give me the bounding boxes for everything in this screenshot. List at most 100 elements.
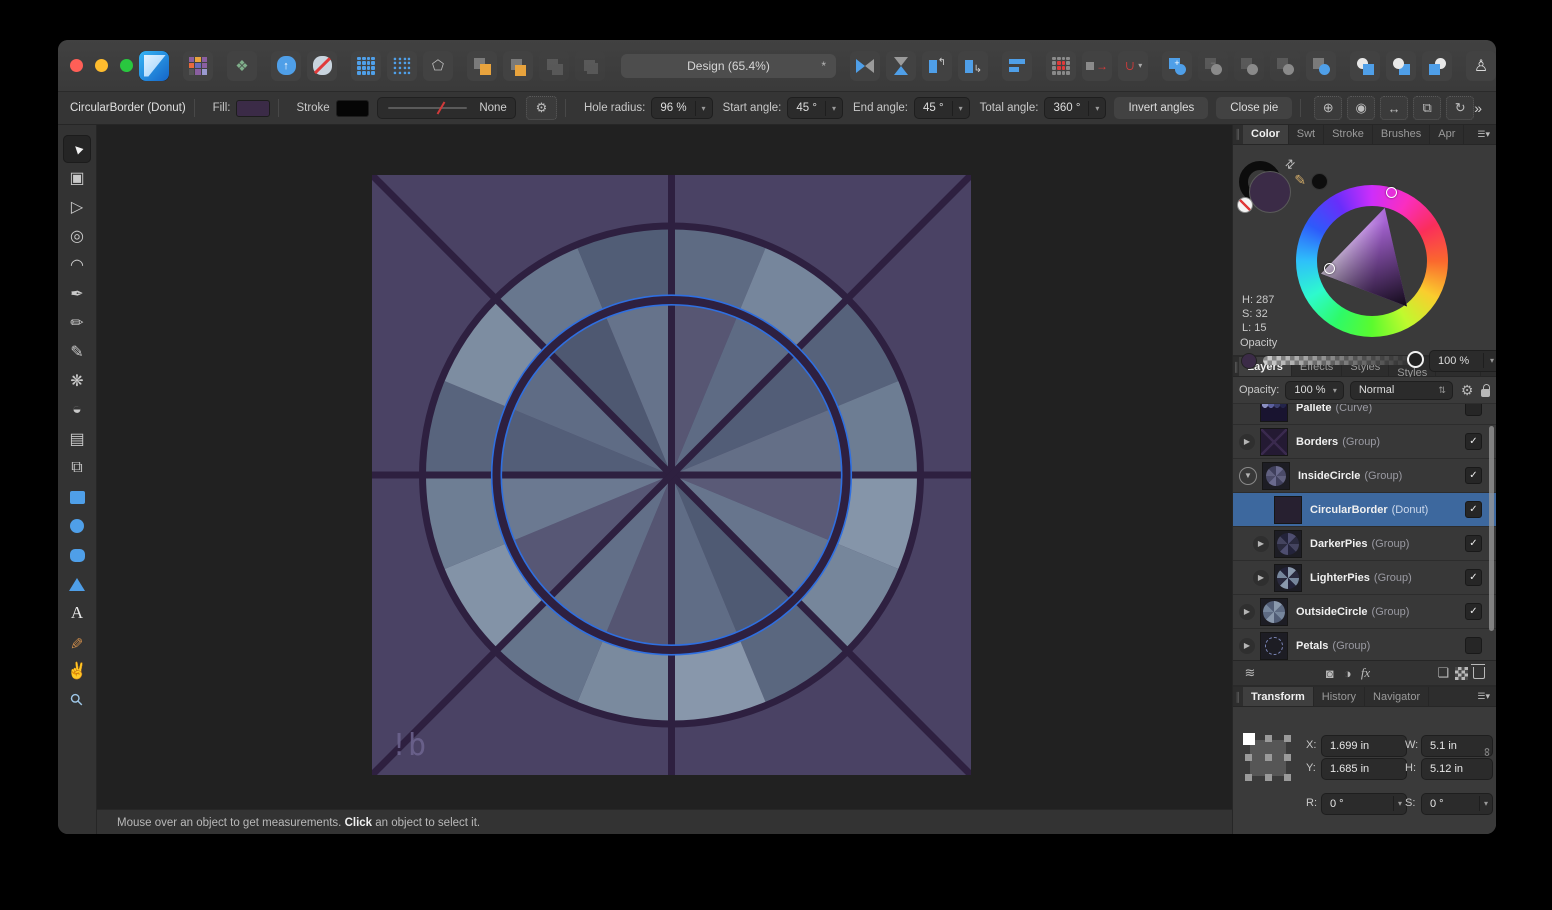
tab-apr[interactable]: Apr [1430, 125, 1464, 144]
lock-icon[interactable] [1481, 389, 1490, 397]
artboard-tool[interactable]: ▣ [63, 164, 91, 192]
layer-options-icon[interactable]: ≋ [1241, 665, 1259, 681]
canvas-viewport[interactable]: !b [97, 125, 1232, 809]
show-grid-button[interactable] [1046, 51, 1076, 81]
layer-visibility-checkbox[interactable]: ✓ [1465, 467, 1482, 484]
flip-vertical-button[interactable] [886, 51, 916, 81]
boolean-xor-button[interactable] [1270, 51, 1300, 81]
snapping-button[interactable]: ∩▾ [1118, 51, 1148, 81]
style-button[interactable]: ↑ [271, 51, 301, 81]
boolean-intersect-button[interactable] [1234, 51, 1264, 81]
close-pie-button[interactable]: Close pie [1216, 97, 1292, 119]
color-picker-icon[interactable]: ✐ [1290, 173, 1307, 185]
expand-arrow-icon[interactable]: ▶ [1253, 536, 1269, 552]
y-field[interactable]: 1.685 in [1321, 758, 1407, 780]
insert-inside-button[interactable] [1422, 51, 1452, 81]
layer-row-darkerpies[interactable]: ▶DarkerPies(Group)✓ [1233, 527, 1496, 561]
spinner-icon[interactable]: ⇅ [1432, 382, 1448, 399]
anchor-point-selector[interactable] [1245, 735, 1291, 781]
r-field[interactable]: 0 °▾ [1321, 793, 1407, 815]
start-angle-field[interactable]: 45 °▾ [787, 97, 843, 119]
chevron-down-icon[interactable]: ▾ [1479, 796, 1492, 811]
anchor-dot[interactable] [1265, 774, 1272, 781]
layer-row-insidecircle[interactable]: ▼InsideCircle(Group)✓ [1233, 459, 1496, 493]
pattern-layer-icon[interactable] [1452, 667, 1470, 680]
anchor-dot[interactable] [1284, 774, 1291, 781]
swap-fill-stroke-icon[interactable]: ⇄ [1282, 155, 1299, 172]
end-angle-field[interactable]: 45 °▾ [914, 97, 970, 119]
boolean-divide-button[interactable] [1306, 51, 1336, 81]
layer-visibility-checkbox[interactable]: ✓ [1465, 501, 1482, 518]
chevron-down-icon[interactable]: ▾ [695, 101, 708, 116]
tab-brushes[interactable]: Brushes [1373, 125, 1430, 144]
transform-objects-separately-button[interactable]: ⧉ [1413, 96, 1441, 120]
document-tab[interactable]: Design (65.4%) * [621, 54, 836, 78]
arrange-to-front-button[interactable] [467, 51, 497, 81]
anchor-dot[interactable] [1284, 735, 1291, 742]
move-tool[interactable]: ► [63, 135, 91, 163]
arrange-to-back-button[interactable] [503, 51, 533, 81]
sl-marker[interactable] [1324, 263, 1335, 274]
rectangle-tool[interactable] [63, 483, 91, 511]
chevron-down-icon[interactable]: ▾ [952, 101, 965, 116]
blend-mode-field[interactable]: Normal ⇅ [1350, 381, 1453, 400]
layer-row-petals[interactable]: ▶Petals(Group) [1233, 629, 1496, 660]
node-tool[interactable]: ▷ [63, 193, 91, 221]
expand-arrow-icon[interactable]: ▶ [1239, 434, 1255, 450]
hide-selection-while-dragging-button[interactable]: ↔ [1380, 96, 1408, 120]
ellipse-tool[interactable] [63, 512, 91, 540]
arrange-forward-button[interactable] [539, 51, 569, 81]
rotate-ccw-button[interactable]: ↰ [922, 51, 952, 81]
chevron-down-icon[interactable]: ▾ [825, 101, 838, 116]
add-layer-icon[interactable]: ❏ [1434, 665, 1452, 681]
panel-grip[interactable]: ║ [1233, 125, 1243, 144]
tab-history[interactable]: History [1314, 687, 1365, 706]
vector-brush-tool[interactable]: ✎ [63, 338, 91, 366]
anchor-dot[interactable] [1245, 754, 1252, 761]
transform-around-center-button[interactable]: ↻ [1446, 96, 1474, 120]
expand-arrow-icon[interactable]: ▶ [1239, 638, 1255, 654]
layer-visibility-checkbox[interactable]: ✓ [1465, 433, 1482, 450]
arrange-backward-button[interactable] [575, 51, 605, 81]
layers-opacity-field[interactable]: 100 % ▾ [1285, 381, 1344, 400]
fill-color-selector[interactable] [1249, 171, 1291, 213]
artboard[interactable]: !b [372, 175, 971, 775]
view-tool[interactable]: ✌ [63, 657, 91, 685]
mask-layer-icon[interactable]: ◙ [1321, 666, 1339, 681]
tab-stroke[interactable]: Stroke [1324, 125, 1373, 144]
layer-thumbnail[interactable] [1261, 429, 1287, 455]
close-window-button[interactable] [70, 59, 83, 72]
panel-grip[interactable]: ║ [1233, 687, 1243, 706]
layer-thumbnail[interactable] [1261, 633, 1287, 659]
insert-behind-button[interactable] [1350, 51, 1380, 81]
fill-swatch[interactable] [236, 100, 269, 117]
artistic-text-tool[interactable]: A [63, 599, 91, 627]
layer-thumbnail[interactable] [1263, 463, 1289, 489]
expand-arrow-icon[interactable]: ▶ [1239, 604, 1255, 620]
alignment-button[interactable] [1002, 51, 1032, 81]
x-field[interactable]: 1.699 in [1321, 735, 1407, 757]
anchor-dot[interactable] [1265, 754, 1272, 761]
layer-visibility-checkbox[interactable]: ✓ [1465, 535, 1482, 552]
fill-tool[interactable]: ❋ [63, 367, 91, 395]
layer-thumbnail[interactable] [1261, 599, 1287, 625]
pen-tool[interactable]: ✒ [63, 280, 91, 308]
layer-visibility-checkbox[interactable]: ✓ [1465, 603, 1482, 620]
designer-persona-button[interactable] [139, 51, 169, 81]
layer-thumbnail[interactable] [1275, 497, 1301, 523]
rounded-rectangle-tool[interactable] [63, 541, 91, 569]
expand-arrow-icon[interactable]: ▶ [1253, 570, 1269, 586]
layer-thumbnail[interactable] [1275, 531, 1301, 557]
anchor-dot-selected[interactable] [1243, 733, 1255, 745]
color-wheel[interactable] [1296, 185, 1448, 337]
layer-row-borders[interactable]: ▶Borders(Group)✓ [1233, 425, 1496, 459]
opacity-value-field[interactable]: 100 % ▾ [1429, 350, 1496, 372]
opacity-slider-knob[interactable] [1407, 351, 1424, 368]
corner-tool[interactable]: ◠ [63, 251, 91, 279]
stroke-width-widget[interactable]: None [377, 97, 516, 119]
total-angle-field[interactable]: 360 °▾ [1044, 97, 1106, 119]
vector-crop-tool[interactable]: ⧉ [63, 454, 91, 482]
layer-row-outsidecircle[interactable]: ▶OutsideCircle(Group)✓ [1233, 595, 1496, 629]
pixel-persona-button[interactable] [183, 51, 213, 81]
zoom-tool[interactable]: ⚲ [63, 686, 91, 714]
